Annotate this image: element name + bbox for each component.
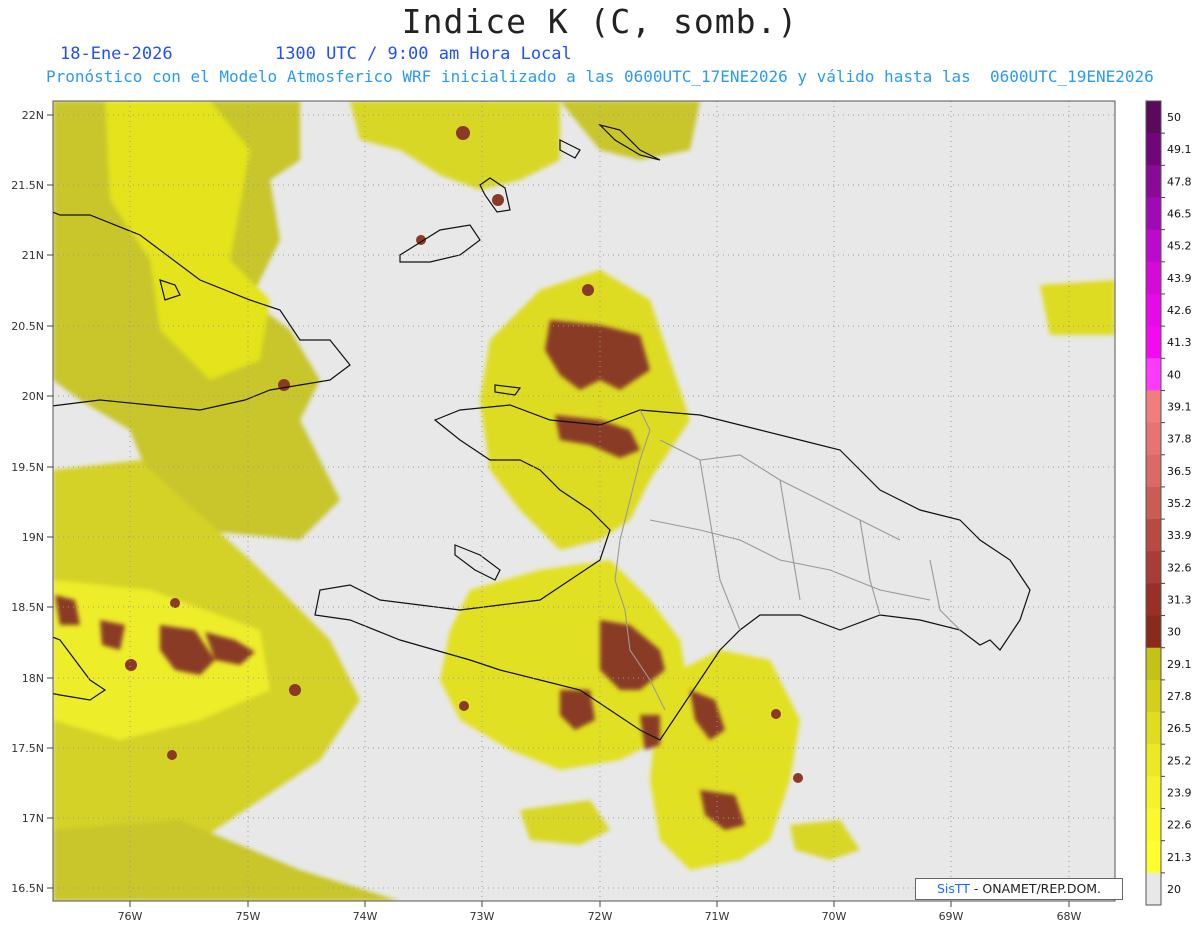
lat-tick-label: 18.5N [11,601,44,614]
colorbar-label: 36.5 [1167,465,1192,478]
lon-tick-label: 72W [588,910,613,923]
k-spot-gonave [582,284,594,296]
lat-tick-label: 16.5N [11,882,44,895]
colorbar-segment [1146,776,1161,810]
colorbar-label: 46.5 [1167,208,1192,221]
lat-tick-label: 17N [22,812,44,825]
colorbar-label: 27.8 [1167,690,1192,703]
colorbar-label: 45.2 [1167,240,1192,253]
colorbar-label: 21.3 [1167,851,1192,864]
k-spot-jamaica-1 [125,659,137,671]
k-spot-jamaica-2 [289,684,301,696]
colorbar-segment [1146,390,1161,424]
colorbar-label: 20 [1167,883,1181,896]
credit-brand: SisTT [936,881,970,896]
colorbar-segment [1146,519,1161,552]
lat-tick-label: 21.5N [11,179,44,192]
k-region-east-blob [1040,280,1115,335]
map-figure: 22N 21.5N 21N 20.5N 20N 19.5N 19N 18.5N 18N 17.5N… [11,100,1192,923]
lon-tick-label: 74W [353,910,378,923]
lat-tick-label: 17.5N [11,742,44,755]
k-spot-south-3 [459,701,469,711]
k-spot-south-4 [771,709,781,719]
lon-tick-label: 69W [939,910,964,923]
colorbar-segment [1146,197,1161,231]
lat-tick-label: 21N [22,249,44,262]
colorbar-segment [1146,744,1161,777]
colorbar-label: 33.9 [1167,529,1192,542]
colorbar-segment [1146,326,1161,359]
lat-tick-label: 18N [22,672,44,685]
colorbar-label: 40 [1167,368,1181,381]
lon-tick-label: 75W [236,910,261,923]
colorbar-label: 32.6 [1167,561,1192,574]
colorbar-segment [1146,808,1161,842]
k-spot-bahamas-2 [492,194,504,206]
colorbar-label: 41.3 [1167,336,1192,349]
colorbar-segment [1146,261,1161,295]
lat-tick-label: 22N [22,109,44,122]
lon-tick-label: 76W [118,910,143,923]
lon-tick-label: 71W [705,910,730,923]
colorbar-label: 22.6 [1167,819,1192,832]
colorbar-label: 49.1 [1167,143,1192,156]
colorbar-label: 23.9 [1167,786,1192,799]
lat-tick-label: 20N [22,390,44,403]
colorbar-segment [1146,133,1161,166]
colorbar-segment [1146,165,1161,198]
colorbar-label: 29.1 [1167,658,1192,671]
colorbar-label: 35.2 [1167,497,1192,510]
colorbar-label: 31.3 [1167,593,1192,606]
lat-tick-label: 19.5N [11,461,44,474]
colorbar-segment [1146,101,1161,134]
colorbar-label: 42.6 [1167,304,1192,317]
lat-tick-label: 19N [22,531,44,544]
colorbar-label: 39.1 [1167,401,1192,414]
colorbar-segment [1146,358,1161,391]
colorbar-label: 26.5 [1167,722,1192,735]
colorbar-segment [1146,454,1161,488]
lon-tick-label: 68W [1057,910,1082,923]
colorbar-segment [1146,840,1161,874]
colorbar-segment [1146,679,1161,713]
latitude-axis: 22N 21.5N 21N 20.5N 20N 19.5N 19N 18.5N 18N 17.5N… [11,109,53,895]
colorbar-segment [1146,615,1161,649]
credit-text: - ONAMET/REP.DOM. [969,881,1102,896]
colorbar-label: 43.9 [1167,272,1192,285]
k-spot-cuba-east [278,379,290,391]
colorbar-label: 37.8 [1167,433,1192,446]
colorbar-segment [1146,583,1161,617]
lon-tick-label: 73W [470,910,495,923]
colorbar-segment [1146,229,1161,263]
longitude-axis: 76W 75W 74W 73W 72W 71W 70W 69W 68W [118,901,1082,923]
k-spot-south-2 [793,773,803,783]
colorbar-segment [1146,872,1161,906]
lat-tick-label: 20.5N [11,320,44,333]
k-spot-bahamas-1 [456,126,470,140]
colorbar-segment [1146,712,1161,745]
colorbar-segment [1146,551,1161,584]
colorbar-label: 47.8 [1167,175,1192,188]
colorbar-label: 30 [1167,626,1181,639]
colorbar-segment [1146,486,1161,520]
colorbar-label: 25.2 [1167,754,1192,767]
k-spot-south-1 [167,750,177,760]
colorbar-segment [1146,647,1161,681]
colorbar-segment [1146,293,1161,327]
lon-tick-label: 70W [822,910,847,923]
colorbar-segment [1146,422,1161,456]
colorbar: 50 49.1 47.8 46.5 45.2 43.9 42.6 41.3 40 39.1 37.8… [1145,100,1192,906]
credit-box: SisTT - ONAMET/REP.DOM. [915,878,1123,900]
colorbar-label: 50 [1167,111,1181,124]
